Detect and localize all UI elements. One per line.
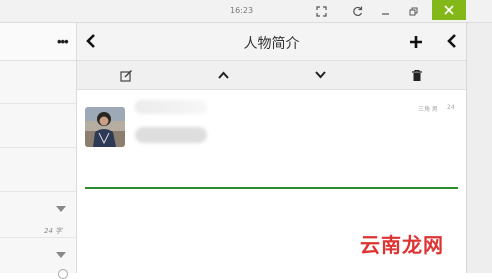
section-divider <box>85 187 458 189</box>
collapse-icon[interactable] <box>447 34 456 53</box>
refresh-icon[interactable] <box>346 0 368 22</box>
side-strip <box>466 23 492 273</box>
more-icon[interactable]: ••• <box>57 34 69 49</box>
list-divider <box>0 103 76 104</box>
blurred-name <box>135 100 207 114</box>
chevron-down-icon[interactable] <box>56 245 66 263</box>
radio-icon[interactable] <box>58 269 68 279</box>
add-icon[interactable] <box>410 35 422 53</box>
minimize-icon[interactable] <box>374 0 396 22</box>
up-icon[interactable] <box>215 67 231 83</box>
clock: 16:23 <box>230 6 254 15</box>
title-bar: 16:23 <box>0 0 492 23</box>
list-divider <box>0 237 76 238</box>
blurred-info <box>135 127 207 143</box>
close-icon <box>444 5 454 15</box>
restore-icon[interactable] <box>402 0 424 22</box>
down-icon[interactable] <box>312 67 328 83</box>
panel-toolbar <box>77 61 466 90</box>
edit-icon[interactable] <box>118 67 134 83</box>
watermark-logo: 云南龙网 <box>360 233 444 257</box>
delete-icon[interactable] <box>409 67 425 83</box>
left-list-pane: ••• 24 字 <box>0 23 77 279</box>
word-count: 24 字 <box>44 227 63 235</box>
left-pane-header: ••• <box>0 23 76 61</box>
fullscreen-icon[interactable] <box>310 0 332 22</box>
chevron-down-icon[interactable] <box>56 199 66 217</box>
list-divider <box>0 191 76 192</box>
close-button[interactable] <box>432 0 466 20</box>
list-divider <box>0 147 76 148</box>
panel-title: 人物简介 <box>243 36 300 52</box>
avatar <box>85 107 125 147</box>
profile-age: 24 <box>447 104 455 111</box>
profile-gender: 三角 男 <box>418 106 438 113</box>
panel-header: 人物简介 <box>77 23 466 61</box>
